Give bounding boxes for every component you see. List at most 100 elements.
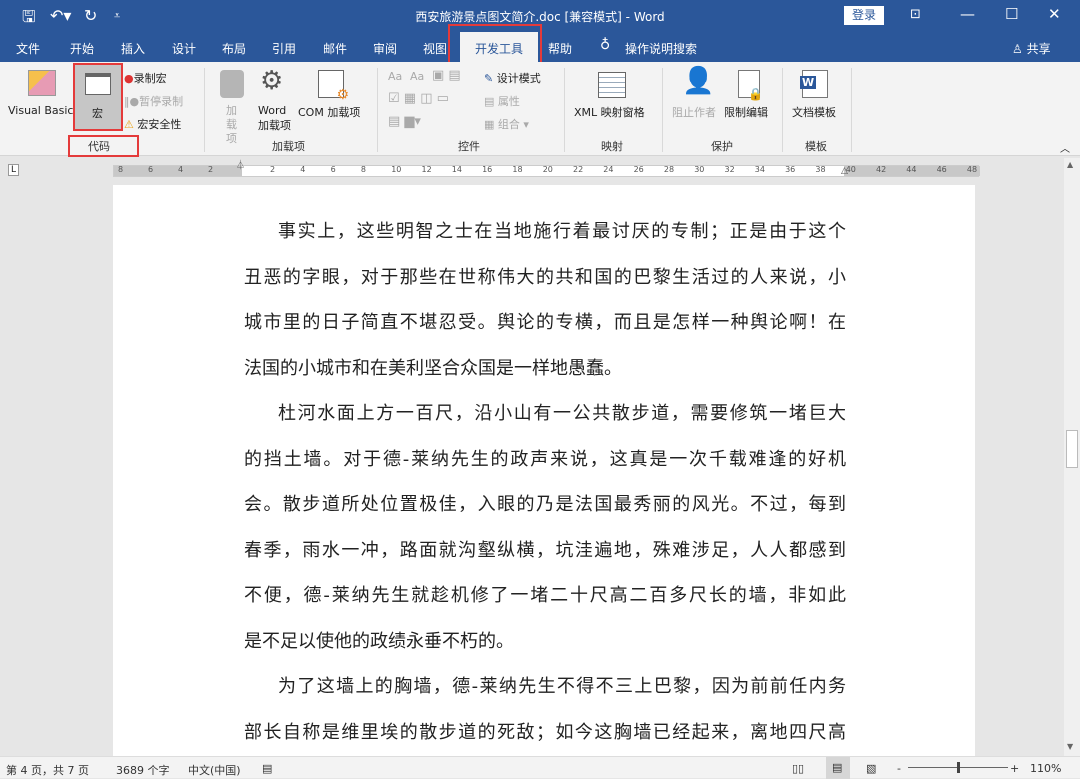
read-mode-icon[interactable]: ▯▯ bbox=[792, 762, 804, 775]
scroll-up-icon[interactable]: ▲ bbox=[1067, 160, 1073, 169]
pause-icon: ‖● bbox=[124, 95, 139, 108]
zoom-level[interactable]: 110% bbox=[1030, 762, 1061, 775]
plain-text-control[interactable]: Aa bbox=[410, 70, 424, 83]
group-icon: ▦ bbox=[484, 118, 494, 131]
block-authors-icon: 👤 bbox=[682, 66, 714, 96]
ruler-mark: 8 bbox=[118, 165, 123, 174]
legacy-tools-icons[interactable]: ▤ ▆▾ bbox=[388, 114, 421, 129]
macro-security-button[interactable]: ⚠ 宏安全性 bbox=[124, 116, 181, 132]
rich-text-control[interactable]: Aa bbox=[388, 70, 402, 83]
tab-file[interactable]: 文件 bbox=[16, 40, 40, 57]
com-addins-icon: ⚙ bbox=[318, 70, 344, 98]
block-authors-button[interactable]: 阻止作者 bbox=[672, 104, 716, 120]
person-icon: ♙ bbox=[1012, 42, 1023, 56]
status-bar: 第 4 页，共 7 页 3689 个字 中文(中国) ▤ ▯▯ ▤ ▧ - + … bbox=[0, 756, 1080, 778]
highlight-code-group bbox=[68, 135, 139, 157]
tab-review[interactable]: 审阅 bbox=[373, 40, 397, 57]
record-label: 录制宏 bbox=[134, 72, 167, 85]
ruler-mark: 26 bbox=[634, 165, 644, 174]
tab-selector[interactable]: L bbox=[8, 164, 19, 176]
ribbon: Visual Basic 宏 ●录制宏 ‖●暂停录制 ⚠ 宏安全性 代码 加载项… bbox=[0, 62, 1080, 156]
restrict-editing-button[interactable]: 限制编辑 bbox=[724, 104, 768, 120]
close-button[interactable]: ✕ bbox=[1048, 5, 1061, 23]
document-text-line: 的挡土墙。对于德-莱纳先生的政声来说，这真是一次千载难逢的好机 bbox=[244, 448, 846, 472]
separator bbox=[377, 68, 378, 152]
xml-mapping-pane-button[interactable]: XML 映射窗格 bbox=[574, 104, 645, 120]
ribbon-display-options-icon[interactable]: ⊡ bbox=[910, 7, 921, 22]
share-button[interactable]: ♙ 共享 bbox=[1012, 40, 1051, 57]
minimize-button[interactable]: — bbox=[960, 5, 975, 23]
zoom-in-button[interactable]: + bbox=[1010, 762, 1019, 775]
ruler-mark: 46 bbox=[937, 165, 947, 174]
zoom-out-button[interactable]: - bbox=[897, 762, 901, 775]
ruler-mark: 2 bbox=[208, 165, 213, 174]
login-button[interactable]: 登录 bbox=[844, 6, 884, 25]
document-text-line: 是不足以使他的政绩永垂不朽的。 bbox=[244, 630, 846, 654]
maximize-button[interactable]: ☐ bbox=[1005, 5, 1018, 23]
visual-basic-button[interactable]: Visual Basic bbox=[8, 104, 73, 117]
properties-label: 属性 bbox=[498, 95, 520, 108]
tab-references[interactable]: 引用 bbox=[272, 40, 296, 57]
highlight-developer-tab bbox=[448, 24, 542, 64]
vertical-scrollbar[interactable]: ▲ ▼ bbox=[1064, 158, 1080, 756]
tab-design[interactable]: 设计 bbox=[172, 40, 196, 57]
document-page[interactable]: 事实上，这些明智之士在当地施行着最讨厌的专制；正是由于这个丑恶的字眼，对于那些在… bbox=[113, 185, 975, 756]
word-addins-label: Word bbox=[258, 104, 286, 117]
ruler-mark: 20 bbox=[543, 165, 553, 174]
tab-help[interactable]: 帮助 bbox=[548, 40, 572, 57]
properties-button[interactable]: ▤ 属性 bbox=[484, 93, 520, 109]
indent-marker-icon[interactable]: ⏃ bbox=[236, 158, 245, 171]
document-text-line: 不便，德-莱纳先生就趁机修了一堵二十尺高二百多尺长的墙，非如此 bbox=[244, 584, 846, 608]
separator bbox=[782, 68, 783, 152]
group-button[interactable]: ▦ 组合 ▾ bbox=[484, 116, 529, 132]
properties-icon: ▤ bbox=[484, 95, 494, 108]
horizontal-ruler: L 86422468101214161820222426283032343638… bbox=[0, 158, 1064, 182]
pause-recording-button[interactable]: ‖●暂停录制 bbox=[124, 93, 183, 109]
group-label-templates: 模板 bbox=[805, 138, 827, 154]
macro-recording-icon[interactable]: ▤ bbox=[262, 762, 272, 775]
ruler-mark: 22 bbox=[573, 165, 583, 174]
ruler-mark: 18 bbox=[512, 165, 522, 174]
ruler-mark: 28 bbox=[664, 165, 674, 174]
record-icon: ● bbox=[124, 72, 134, 85]
ruler-mark: 38 bbox=[815, 165, 825, 174]
scroll-down-icon[interactable]: ▼ bbox=[1067, 742, 1073, 751]
tab-insert[interactable]: 插入 bbox=[121, 40, 145, 57]
addins-button[interactable]: 加载项 bbox=[226, 104, 240, 146]
ruler-mark: 4 bbox=[300, 165, 305, 174]
scrollbar-thumb[interactable] bbox=[1066, 430, 1078, 468]
page-count[interactable]: 第 4 页，共 7 页 bbox=[6, 762, 89, 778]
collapse-ribbon-icon[interactable]: ︿ bbox=[1060, 140, 1070, 155]
com-addins-button[interactable]: COM 加载项 bbox=[298, 104, 360, 120]
word-addins-button[interactable]: Word加载项 bbox=[258, 104, 291, 133]
group-label-addins: 加载项 bbox=[272, 138, 305, 154]
document-text-line: 城市里的日子简直不堪忍受。舆论的专横，而且是怎样一种舆论啊！在 bbox=[244, 311, 846, 335]
document-template-button[interactable]: 文档模板 bbox=[792, 104, 836, 120]
language[interactable]: 中文(中国) bbox=[188, 762, 241, 778]
checkbox-control-icons[interactable]: ☑ ▦ ◫ ▭ bbox=[388, 91, 449, 106]
separator bbox=[204, 68, 205, 152]
web-layout-icon[interactable]: ▧ bbox=[866, 762, 876, 775]
print-layout-icon[interactable]: ▤ bbox=[826, 757, 850, 779]
document-template-icon: W bbox=[802, 70, 828, 98]
ruler-mark: 10 bbox=[391, 165, 401, 174]
separator bbox=[564, 68, 565, 152]
tell-me-search[interactable]: 操作说明搜索 bbox=[625, 40, 697, 57]
right-indent-marker-icon[interactable]: △ bbox=[841, 166, 848, 176]
tab-home[interactable]: 开始 bbox=[70, 40, 94, 57]
tab-mailings[interactable]: 邮件 bbox=[323, 40, 347, 57]
picture-control-icon[interactable]: ▣ ▤ bbox=[432, 68, 461, 83]
tab-layout[interactable]: 布局 bbox=[222, 40, 246, 57]
zoom-slider-thumb[interactable] bbox=[957, 762, 960, 773]
ruler-mark: 6 bbox=[148, 165, 153, 174]
ruler-mark: 6 bbox=[331, 165, 336, 174]
ruler-mark: 32 bbox=[725, 165, 735, 174]
addins-icon bbox=[220, 70, 244, 98]
design-mode-button[interactable]: ✎ 设计模式 bbox=[484, 70, 541, 86]
tab-view[interactable]: 视图 bbox=[423, 40, 447, 57]
gear-icon: ⚙ bbox=[260, 66, 283, 96]
word-count[interactable]: 3689 个字 bbox=[116, 762, 170, 778]
ruler-mark: 12 bbox=[422, 165, 432, 174]
record-macro-button[interactable]: ●录制宏 bbox=[124, 70, 167, 86]
pause-label: 暂停录制 bbox=[139, 95, 183, 108]
